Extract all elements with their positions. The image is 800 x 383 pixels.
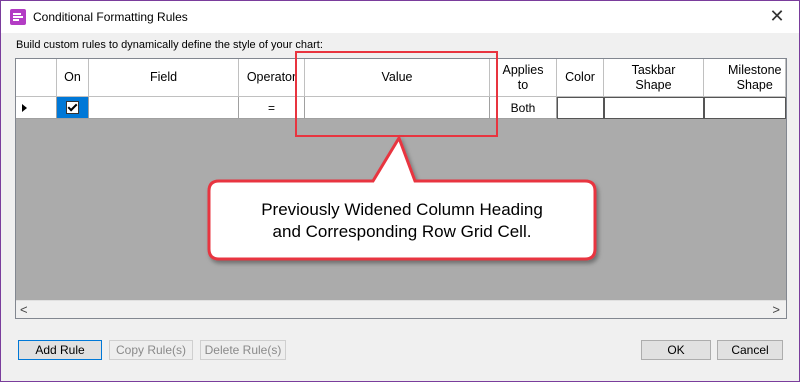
copy-rule-button[interactable]: Copy Rule(s) xyxy=(109,340,193,360)
cancel-button[interactable]: Cancel xyxy=(717,340,783,360)
delete-rule-button[interactable]: Delete Rule(s) xyxy=(200,340,286,360)
callout-line2: and Corresponding Row Grid Cell. xyxy=(272,222,532,241)
dialog-window: Conditional Formatting Rules ✕ Build cus… xyxy=(0,0,800,382)
callout-text: Previously Widened Column Heading and Co… xyxy=(213,199,591,243)
ok-button[interactable]: OK xyxy=(641,340,711,360)
callout-line1: Previously Widened Column Heading xyxy=(261,200,543,219)
callout-bubble xyxy=(207,134,597,261)
add-rule-button[interactable]: Add Rule xyxy=(18,340,102,360)
